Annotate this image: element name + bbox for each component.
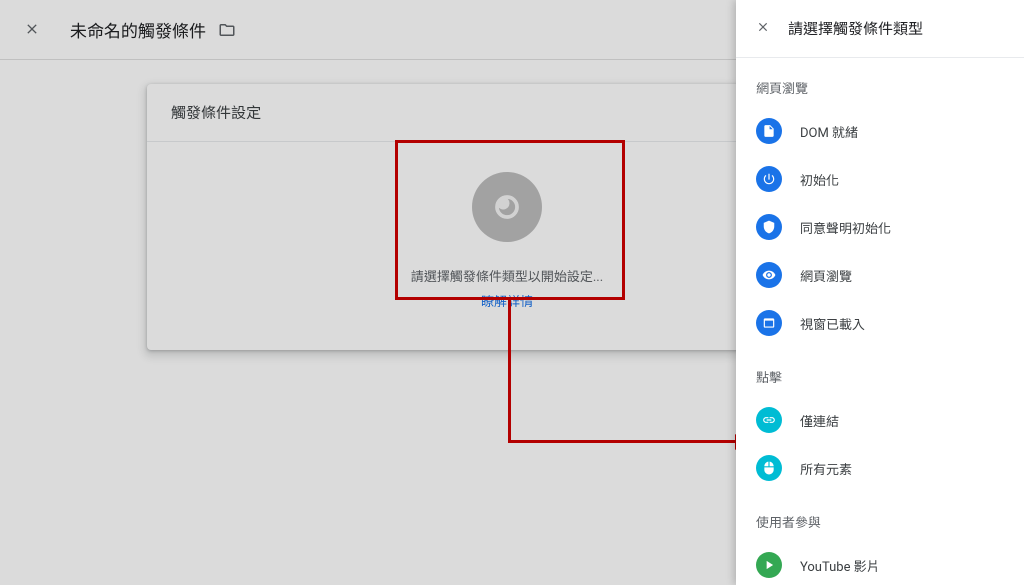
link-icon [756, 407, 782, 433]
eye-icon [756, 262, 782, 288]
group-label: 網頁瀏覽 [736, 58, 1024, 107]
trigger-item-youtube-video[interactable]: YouTube 影片 [736, 541, 1024, 585]
trigger-item-all-elements[interactable]: 所有元素 [736, 444, 1024, 492]
trigger-item-initialization[interactable]: 初始化 [736, 155, 1024, 203]
play-icon [756, 552, 782, 578]
trigger-placeholder-icon [472, 172, 542, 242]
close-icon[interactable] [24, 18, 40, 42]
trigger-item-just-links[interactable]: 僅連結 [736, 396, 1024, 444]
trigger-type-panel: 請選擇觸發條件類型 網頁瀏覽DOM 就緒初始化同意聲明初始化網頁瀏覽視窗已載入點… [736, 0, 1024, 585]
trigger-item-label: 僅連結 [800, 411, 839, 430]
trigger-item-label: DOM 就緒 [800, 122, 858, 141]
group-label: 點擊 [736, 347, 1024, 396]
trigger-item-label: 網頁瀏覽 [800, 266, 852, 285]
folder-icon[interactable] [218, 21, 236, 39]
trigger-item-label: 同意聲明初始化 [800, 218, 891, 237]
panel-close-icon[interactable] [756, 18, 770, 39]
trigger-item-dom-ready[interactable]: DOM 就緒 [736, 107, 1024, 155]
editor-title[interactable]: 未命名的觸發條件 [70, 17, 206, 42]
file-icon [756, 118, 782, 144]
trigger-item-label: YouTube 影片 [800, 556, 880, 575]
mouse-icon [756, 455, 782, 481]
shield-icon [756, 214, 782, 240]
trigger-item-label: 視窗已載入 [800, 314, 865, 333]
group-label: 使用者參與 [736, 492, 1024, 541]
panel-title: 請選擇觸發條件類型 [788, 18, 923, 39]
trigger-item-window-loaded[interactable]: 視窗已載入 [736, 299, 1024, 347]
panel-header: 請選擇觸發條件類型 [736, 0, 1024, 58]
trigger-item-consent-init[interactable]: 同意聲明初始化 [736, 203, 1024, 251]
trigger-item-page-view[interactable]: 網頁瀏覽 [736, 251, 1024, 299]
window-icon [756, 310, 782, 336]
trigger-item-label: 初始化 [800, 170, 839, 189]
trigger-item-label: 所有元素 [800, 459, 852, 478]
power-icon [756, 166, 782, 192]
